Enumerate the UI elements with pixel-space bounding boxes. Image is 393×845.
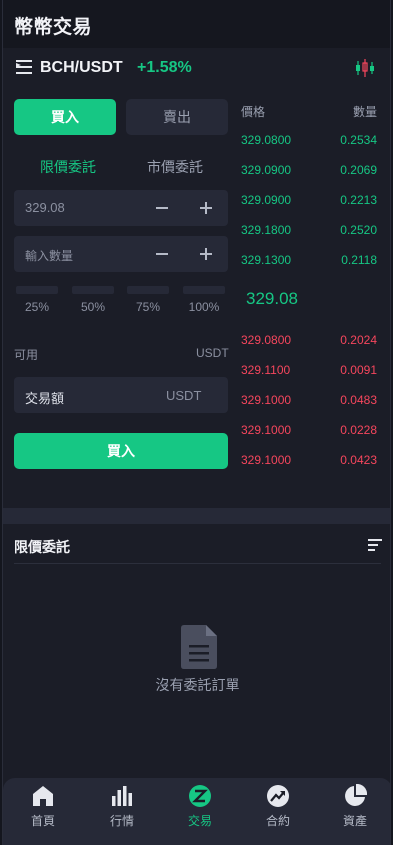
- tab-market[interactable]: 行情: [92, 784, 152, 829]
- last-price: 329.08: [246, 289, 298, 308]
- quantity-decrease-button[interactable]: [156, 253, 168, 255]
- market-bars-icon: [112, 786, 132, 806]
- pair-change: +1.58%: [137, 59, 192, 76]
- bid-qty: 0.2213: [340, 193, 377, 207]
- open-orders-title: 限價委託: [14, 539, 70, 555]
- ask-price[interactable]: 329.1000: [241, 453, 291, 467]
- trade-amount-label: 交易額: [25, 391, 65, 406]
- tab-trade-label: 交易: [187, 814, 212, 828]
- ask-price[interactable]: 329.1100: [241, 363, 290, 377]
- bid-qty: 0.2520: [340, 223, 377, 237]
- available-label: 可用: [14, 348, 39, 362]
- available-unit: USDT: [196, 346, 229, 360]
- percent-100-bar[interactable]: [183, 286, 225, 294]
- page-title: 幣幣交易: [14, 17, 93, 38]
- bid-qty: 0.2118: [341, 253, 377, 267]
- percent-100-label[interactable]: 100%: [183, 300, 225, 314]
- bid-qty: 0.2069: [340, 163, 377, 177]
- orders-divider: [14, 563, 381, 564]
- top-header: 幣幣交易: [3, 0, 390, 48]
- bid-qty: 0.2534: [340, 133, 377, 147]
- list-menu-icon[interactable]: [16, 60, 32, 74]
- price-decrease-button[interactable]: [156, 207, 168, 209]
- tab-sell[interactable]: 賣出: [126, 99, 228, 135]
- assets-pie-icon: [345, 784, 367, 806]
- quantity-input[interactable]: 輸入數量: [14, 236, 228, 272]
- percent-50-bar[interactable]: [72, 286, 114, 294]
- price-input[interactable]: 329.08: [14, 190, 228, 226]
- candlestick-chart-icon[interactable]: [354, 59, 376, 77]
- orderbook-price-header: 價格: [241, 105, 266, 119]
- quantity-placeholder: 輸入數量: [25, 249, 74, 263]
- ask-qty: 0.0228: [340, 423, 377, 437]
- buy-submit-button[interactable]: 買入: [14, 433, 228, 469]
- percent-50-label[interactable]: 50%: [72, 300, 114, 314]
- tab-assets-label: 資產: [342, 814, 367, 828]
- ask-qty: 0.0483: [340, 393, 377, 407]
- tab-home[interactable]: 首頁: [13, 784, 73, 829]
- tab-buy[interactable]: 買入: [14, 99, 116, 135]
- trade-amount-field[interactable]: 交易額 USDT: [14, 377, 228, 413]
- section-divider: [3, 508, 390, 524]
- percent-25-label[interactable]: 25%: [16, 300, 58, 314]
- home-icon: [33, 786, 53, 806]
- bid-price[interactable]: 329.0800: [241, 133, 291, 147]
- ask-qty: 0.0091: [340, 363, 377, 377]
- tab-assets[interactable]: 資產: [325, 784, 385, 829]
- tab-market-label: 行情: [109, 814, 134, 828]
- ask-qty: 0.0423: [340, 453, 377, 467]
- tab-home-label: 首頁: [30, 814, 55, 828]
- ask-price[interactable]: 329.1000: [241, 393, 291, 407]
- percent-25-bar[interactable]: [16, 286, 58, 294]
- ask-price[interactable]: 329.0800: [241, 333, 291, 347]
- trade-amount-unit: USDT: [166, 388, 202, 403]
- pair-name[interactable]: BCH/USDT: [40, 59, 123, 77]
- contract-icon: [267, 785, 289, 807]
- orderbook-qty-header: 數量: [352, 105, 377, 119]
- app-frame: 幣幣交易 BCH/USDT +1.58% 買入 賣出 限價委託 市價委託 329…: [2, 0, 391, 845]
- bid-price[interactable]: 329.0900: [241, 163, 291, 177]
- order-type-limit[interactable]: 限價委託: [40, 157, 96, 177]
- empty-orders-text: 沒有委託訂單: [155, 677, 240, 693]
- price-value: 329.08: [25, 200, 65, 215]
- filter-list-icon[interactable]: [368, 539, 382, 551]
- order-type-market[interactable]: 市價委託: [147, 157, 203, 177]
- percent-75-bar[interactable]: [127, 286, 169, 294]
- tab-contract[interactable]: 合約: [248, 784, 308, 829]
- trade-icon: [189, 785, 211, 807]
- bid-price[interactable]: 329.1800: [241, 223, 291, 237]
- tab-trade[interactable]: 交易: [170, 784, 230, 829]
- ask-qty: 0.2024: [340, 333, 377, 347]
- bid-price[interactable]: 329.0900: [241, 193, 291, 207]
- percent-75-label[interactable]: 75%: [127, 300, 169, 314]
- empty-document-icon: [181, 625, 217, 669]
- bid-price[interactable]: 329.1300: [241, 253, 291, 267]
- ask-price[interactable]: 329.1000: [241, 423, 291, 437]
- tab-contract-label: 合約: [265, 814, 290, 828]
